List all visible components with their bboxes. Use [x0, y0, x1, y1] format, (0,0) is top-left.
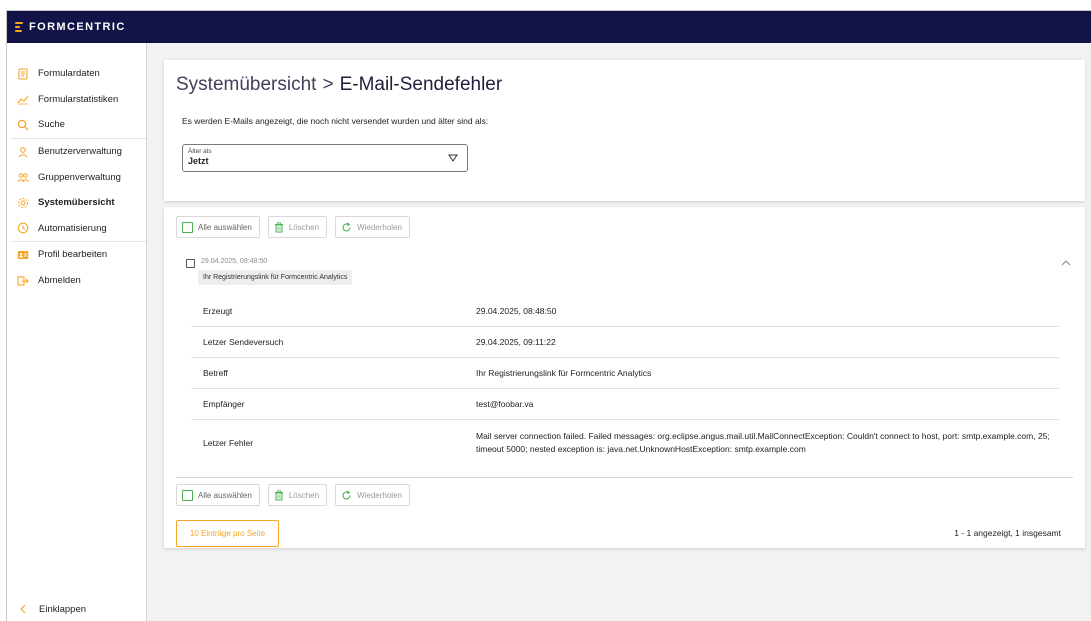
select-all-label: Alle auswählen	[198, 490, 252, 500]
pagination-summary: 1 - 1 angezeigt, 1 insgesamt	[954, 528, 1061, 538]
sidebar-item-formulardaten[interactable]: Formulardaten	[7, 61, 146, 87]
sidebar-item-suche[interactable]: Suche	[7, 112, 146, 138]
mail-date: 29.04.2025, 08:48:50	[201, 258, 268, 265]
chevron-up-icon[interactable]	[1061, 259, 1071, 267]
formcentric-logo-icon	[15, 22, 23, 32]
sidebar: Formulardaten Formularstatistiken Suche	[7, 43, 147, 621]
select-all-button[interactable]: Alle auswählen	[176, 484, 260, 506]
id-card-icon	[17, 249, 29, 261]
filter-info-text: Es werden E-Mails angezeigt, die noch ni…	[182, 116, 489, 126]
sidebar-item-automatisierung[interactable]: Automatisierung	[7, 216, 146, 242]
detail-row-last-error: Letzer Fehler Mail server connection fai…	[191, 420, 1059, 465]
logout-icon	[17, 275, 29, 287]
app-window: FORMCENTRIC Formulardaten Formularstatis…	[6, 10, 1091, 621]
older-than-label: Älter als	[188, 148, 212, 155]
breadcrumb-separator: >	[322, 74, 334, 95]
sidebar-item-label: Formulardaten	[38, 68, 100, 80]
user-icon	[17, 146, 29, 158]
detail-row-created: Erzeugt 29.04.2025, 08:48:50	[191, 296, 1059, 327]
app-logo-text: FORMCENTRIC	[29, 21, 126, 33]
entries-per-page-button[interactable]: 10 Einträge pro Seite	[176, 520, 279, 547]
delete-label: Löschen	[288, 222, 320, 232]
detail-row-subject: Betreff Ihr Registrierungslink für Formc…	[191, 358, 1059, 389]
section-divider	[176, 477, 1073, 478]
mail-details: Erzeugt 29.04.2025, 08:48:50 Letzer Send…	[191, 296, 1059, 465]
mail-subject-badge: Ihr Registrierungslink für Formcentric A…	[198, 270, 353, 285]
sidebar-nav: Formulardaten Formularstatistiken Suche	[7, 43, 146, 293]
delete-button[interactable]: Löschen	[267, 216, 328, 238]
toolbar-bottom: Alle auswählen Löschen Wiederholen	[176, 484, 410, 506]
mail-error-card: Alle auswählen Löschen Wiederholen 29.04…	[164, 207, 1085, 548]
checkbox-icon	[182, 221, 193, 233]
sidebar-item-label: Gruppenverwaltung	[38, 171, 121, 183]
sidebar-item-label: Profil bearbeiten	[38, 249, 108, 261]
detail-key: Letzer Fehler	[203, 437, 254, 448]
sidebar-item-label: Abmelden	[38, 275, 81, 287]
page-title-text: E-Mail-Sendefehler	[339, 74, 503, 95]
sidebar-item-label: Formularstatistiken	[38, 93, 119, 105]
retry-button[interactable]: Wiederholen	[335, 484, 410, 506]
detail-row-last-attempt: Letzer Sendeversuch 29.04.2025, 09:11:22	[191, 327, 1059, 358]
breadcrumb-parent[interactable]: Systemübersicht	[176, 74, 316, 95]
clock-icon	[17, 222, 29, 234]
retry-button[interactable]: Wiederholen	[335, 216, 410, 238]
search-icon	[17, 119, 29, 131]
detail-value: Mail server connection failed. Failed me…	[476, 430, 1050, 454]
collapse-label: Einklappen	[39, 603, 87, 615]
group-icon	[17, 171, 29, 183]
sidebar-item-label: Automatisierung	[38, 222, 107, 234]
sidebar-item-abmelden[interactable]: Abmelden	[7, 268, 146, 294]
retry-label: Wiederholen	[357, 490, 402, 500]
sidebar-item-gruppenverwaltung[interactable]: Gruppenverwaltung	[7, 164, 146, 190]
detail-key: Betreff	[203, 368, 228, 378]
trash-icon	[274, 221, 283, 232]
detail-key: Empfänger	[203, 399, 245, 409]
detail-value: test@foobar.va	[476, 399, 534, 409]
older-than-value: Jetzt	[188, 156, 209, 166]
detail-value: 29.04.2025, 08:48:50	[476, 306, 557, 316]
toolbar-top: Alle auswählen Löschen Wiederholen	[176, 216, 410, 238]
sidebar-item-profil-bearbeiten[interactable]: Profil bearbeiten	[7, 242, 146, 268]
detail-row-recipient: Empfänger test@foobar.va	[191, 389, 1059, 420]
sidebar-item-label: Benutzerverwaltung	[38, 146, 122, 158]
mail-select-checkbox[interactable]	[186, 259, 195, 268]
page-title: Systemübersicht > E-Mail-Sendefehler	[176, 74, 502, 96]
chart-icon	[17, 93, 29, 105]
gear-icon	[17, 197, 29, 209]
detail-value: 29.04.2025, 09:11:22	[476, 337, 556, 347]
chevron-left-icon	[17, 603, 29, 615]
delete-button[interactable]: Löschen	[267, 484, 328, 506]
trash-icon	[274, 489, 283, 500]
refresh-icon	[342, 221, 351, 231]
refresh-icon	[342, 489, 351, 499]
sidebar-item-label: Systemübersicht	[38, 197, 115, 209]
sidebar-item-benutzerverwaltung[interactable]: Benutzerverwaltung	[7, 139, 146, 165]
sidebar-item-systemuebersicht[interactable]: Systemübersicht	[7, 190, 146, 216]
delete-label: Löschen	[288, 490, 320, 500]
detail-value: Ihr Registrierungslink für Formcentric A…	[476, 368, 652, 378]
top-bar: FORMCENTRIC	[7, 11, 1091, 43]
checkbox-icon	[182, 489, 193, 501]
sidebar-collapse-button[interactable]: Einklappen	[17, 603, 86, 615]
retry-label: Wiederholen	[357, 222, 402, 232]
header-card: Systemübersicht > E-Mail-Sendefehler Es we…	[164, 60, 1085, 201]
sidebar-item-label: Suche	[38, 119, 65, 131]
detail-key: Letzer Sendeversuch	[203, 337, 284, 347]
select-all-button[interactable]: Alle auswählen	[176, 216, 260, 238]
form-icon	[17, 68, 29, 80]
older-than-select[interactable]: Älter als Jetzt	[182, 144, 468, 172]
sidebar-item-formularstatistiken[interactable]: Formularstatistiken	[7, 87, 146, 113]
triangle-down-icon	[448, 154, 458, 162]
detail-key: Erzeugt	[203, 306, 233, 316]
select-all-label: Alle auswählen	[198, 222, 252, 232]
